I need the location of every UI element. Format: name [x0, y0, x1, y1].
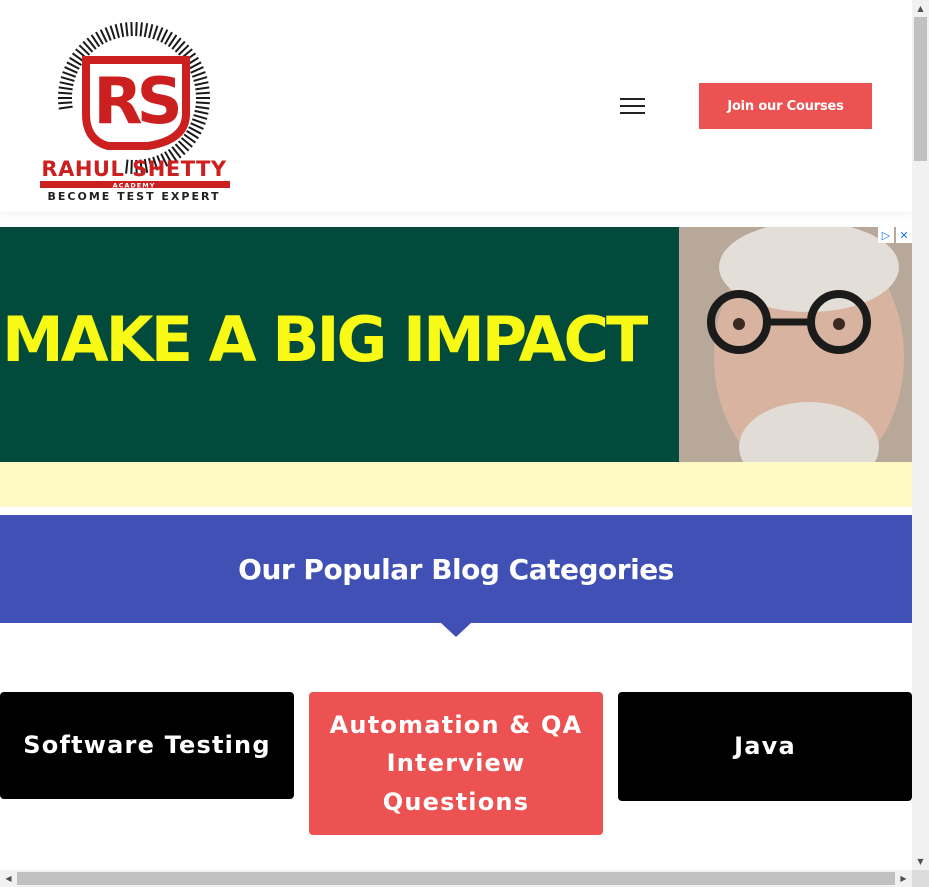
- banner-pointer: [441, 623, 471, 637]
- scrollbar-corner: [912, 870, 929, 887]
- section-title: Our Popular Blog Categories: [238, 552, 674, 586]
- logo-monogram: RS: [93, 65, 178, 139]
- ad-controls: ▷ ✕: [878, 227, 912, 243]
- vertical-scrollbar[interactable]: ▲ ▼: [912, 0, 929, 870]
- ad-photo: [679, 227, 912, 462]
- scroll-down-icon[interactable]: ▼: [912, 853, 929, 870]
- join-courses-button[interactable]: Join our Courses: [699, 83, 872, 129]
- page: RS RAHUL SHETTY ACADEMY BECOME TEST EXPE…: [0, 0, 929, 887]
- ad-banner[interactable]: MAKE A BIG IMPACT ▷ ✕: [0, 227, 912, 462]
- logo-name: RAHUL SHETTY: [41, 157, 226, 181]
- scroll-left-icon[interactable]: ◀: [0, 870, 17, 887]
- hamburger-line: [620, 105, 645, 107]
- logo-academy: ACADEMY: [113, 182, 156, 190]
- close-icon[interactable]: ✕: [896, 227, 912, 243]
- scroll-up-icon[interactable]: ▲: [912, 0, 929, 17]
- blog-categories-banner: Our Popular Blog Categories: [0, 515, 912, 623]
- category-card-automation-qa[interactable]: Automation & QA Interview Questions: [309, 692, 603, 835]
- ad-headline: MAKE A BIG IMPACT: [2, 303, 648, 376]
- hamburger-icon[interactable]: [620, 96, 647, 116]
- category-card-software-testing[interactable]: Software Testing: [0, 692, 294, 799]
- logo-tagline: BECOME TEST EXPERT: [48, 190, 221, 203]
- horizontal-scrollbar[interactable]: ◀ ▶: [0, 870, 912, 887]
- ad-strip: [0, 462, 912, 507]
- vertical-scroll-thumb[interactable]: [914, 17, 927, 161]
- category-card-java[interactable]: Java: [618, 692, 912, 801]
- hamburger-line: [620, 112, 645, 114]
- scroll-right-icon[interactable]: ▶: [895, 870, 912, 887]
- adchoices-icon[interactable]: ▷: [878, 227, 894, 243]
- hamburger-line: [620, 98, 645, 100]
- rahul-shetty-academy-logo[interactable]: RS RAHUL SHETTY ACADEMY BECOME TEST EXPE…: [38, 10, 234, 204]
- horizontal-scroll-thumb[interactable]: [17, 872, 895, 885]
- site-header: RS RAHUL SHETTY ACADEMY BECOME TEST EXPE…: [0, 0, 912, 212]
